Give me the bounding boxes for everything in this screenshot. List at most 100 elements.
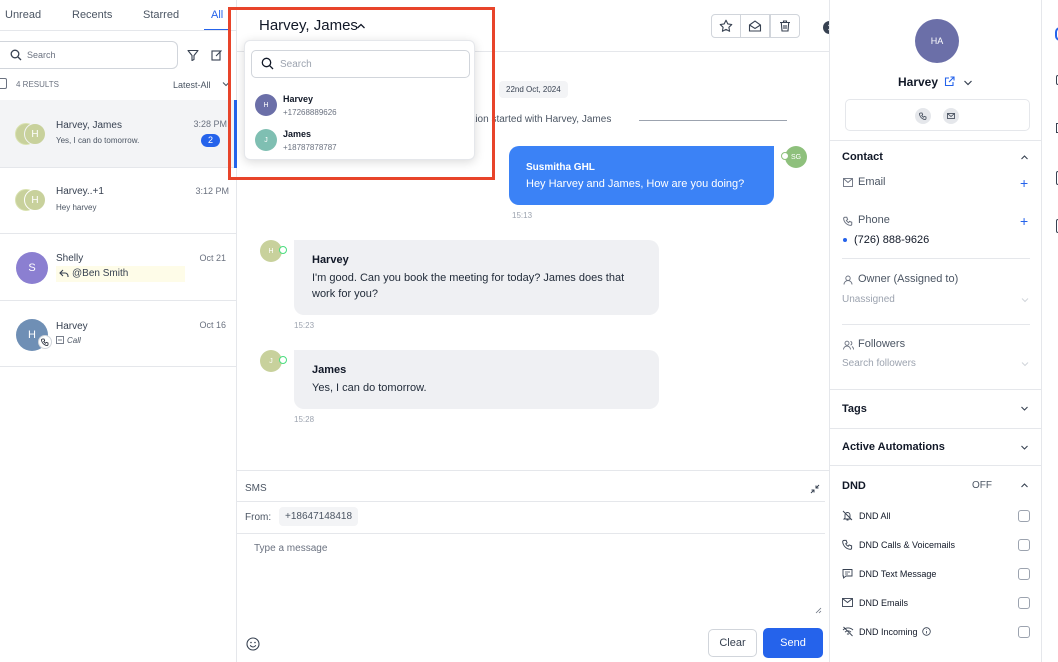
- unread-badge: 2: [201, 134, 220, 147]
- info-icon[interactable]: [922, 627, 931, 636]
- chevron-down-icon[interactable]: [963, 78, 973, 88]
- conversation-item[interactable]: H Harvey..+1 Hey harvey 3:12 PM: [0, 168, 237, 234]
- contact-name: Harvey: [898, 75, 939, 89]
- tags-section-title[interactable]: Tags: [842, 403, 867, 415]
- dnd-emails-label: DND Emails: [859, 598, 909, 608]
- phone-icon: [919, 112, 927, 120]
- avatar: S: [16, 252, 48, 284]
- divider: [237, 533, 825, 534]
- add-email-button[interactable]: +: [1020, 175, 1028, 191]
- dnd-calls-checkbox[interactable]: [1018, 539, 1030, 551]
- message-icon: [842, 568, 853, 579]
- add-phone-button[interactable]: +: [1020, 213, 1028, 229]
- mark-read-button[interactable]: [740, 14, 770, 38]
- wifi-off-icon: [842, 626, 854, 637]
- outgoing-message: Susmitha GHL Hey Harvey and James, How a…: [509, 146, 774, 205]
- message-time: 15:28: [294, 415, 315, 424]
- results-count: 4 RESULTS: [16, 80, 59, 89]
- sort-select[interactable]: Latest-All: [173, 80, 211, 90]
- conversation-preview: Call: [67, 336, 81, 345]
- star-button[interactable]: [711, 14, 741, 38]
- conversation-item[interactable]: H Harvey Call Oct 16: [0, 301, 237, 367]
- conversation-name: Harvey: [56, 321, 88, 332]
- dnd-text-checkbox[interactable]: [1018, 568, 1030, 580]
- from-label: From:: [245, 512, 272, 523]
- email-button[interactable]: [943, 108, 959, 124]
- sms-channel-icon: [279, 356, 287, 364]
- message-sender: Harvey: [312, 254, 349, 266]
- message-text-line1: I'm good. Can you book the meeting for t…: [312, 272, 625, 284]
- conversation-time: 3:28 PM: [193, 119, 227, 129]
- channel-label[interactable]: SMS: [245, 483, 267, 494]
- divider: [237, 501, 825, 502]
- incoming-message: James Yes, I can do tomorrow.: [294, 350, 659, 409]
- followers-select[interactable]: Search followers: [842, 358, 916, 369]
- phone-icon: [843, 216, 853, 226]
- conversation-item[interactable]: H Harvey, James Yes, I can do tomorrow. …: [0, 100, 237, 168]
- minimize-icon[interactable]: [810, 484, 820, 494]
- filter-icon[interactable]: [187, 49, 199, 61]
- search-input[interactable]: Search: [0, 41, 178, 69]
- divider: [830, 140, 1042, 141]
- conversation-preview: @Ben Smith: [72, 268, 129, 279]
- sms-channel-icon: [781, 152, 789, 160]
- send-button[interactable]: Send: [763, 628, 823, 658]
- tab-unread[interactable]: Unread: [5, 9, 41, 21]
- conversation-item[interactable]: S Shelly @Ben Smith Oct 21: [0, 234, 237, 301]
- chevron-up-icon[interactable]: [1020, 481, 1029, 490]
- clear-button[interactable]: Clear: [708, 629, 757, 657]
- tab-recents[interactable]: Recents: [72, 9, 112, 21]
- incoming-message: Harvey I'm good. Can you book the meetin…: [294, 240, 659, 315]
- conversation-preview: Hey harvey: [56, 203, 97, 212]
- divider: [830, 465, 1042, 466]
- dnd-text-label: DND Text Message: [859, 569, 937, 579]
- compose-icon[interactable]: [211, 49, 223, 61]
- followers-label: Followers: [858, 338, 906, 350]
- phone-icon: [38, 335, 52, 349]
- conversation-name: Harvey..+1: [56, 186, 104, 197]
- tab-starred[interactable]: Starred: [143, 9, 179, 21]
- chevron-down-icon[interactable]: [1020, 443, 1029, 452]
- message-textarea[interactable]: Type a message: [245, 539, 823, 617]
- sms-channel-icon: [279, 246, 287, 254]
- chevron-down-icon[interactable]: [1020, 404, 1029, 413]
- divider: [830, 389, 1042, 390]
- from-number-select[interactable]: +18647148418: [279, 507, 359, 526]
- phone-value[interactable]: (726) 888-9626: [854, 234, 929, 246]
- tab-all[interactable]: All: [211, 9, 223, 21]
- message-text: Hey Harvey and James, How are you doing?: [526, 178, 745, 190]
- dnd-all-checkbox[interactable]: [1018, 510, 1030, 522]
- phone-label: Phone: [858, 214, 890, 226]
- external-link-icon[interactable]: [944, 76, 955, 87]
- dnd-incoming-label: DND Incoming: [859, 627, 918, 637]
- divider: [830, 428, 1042, 429]
- avatar: H: [24, 189, 46, 211]
- message-time: 15:23: [294, 321, 315, 330]
- call-button[interactable]: [915, 108, 931, 124]
- emoji-icon[interactable]: [246, 637, 260, 651]
- dnd-section-title[interactable]: DND: [842, 480, 866, 492]
- conversation-time: Oct 21: [199, 253, 226, 263]
- owner-label: Owner (Assigned to): [858, 273, 959, 285]
- contact-avatar: HA: [915, 19, 959, 63]
- resize-handle-icon[interactable]: [815, 607, 822, 614]
- contact-section-title[interactable]: Contact: [842, 151, 883, 163]
- conversation-list-panel: Unread Recents Starred All Search 4 RESU…: [0, 0, 237, 662]
- contact-details-panel: HA Harvey Contact Email + Phone + (726) …: [829, 0, 1042, 662]
- automations-section-title[interactable]: Active Automations: [842, 441, 945, 453]
- message-text-line2: work for you?: [312, 288, 379, 300]
- tab-divider: [0, 30, 237, 31]
- trash-icon: [778, 19, 792, 33]
- owner-select[interactable]: Unassigned: [842, 294, 895, 305]
- dnd-emails-checkbox[interactable]: [1018, 597, 1030, 609]
- avatar: H: [24, 123, 46, 145]
- conversation-name: Shelly: [56, 253, 84, 264]
- message-sender: James: [312, 364, 347, 376]
- chevron-up-icon[interactable]: [1020, 153, 1029, 162]
- reply-icon: [59, 268, 69, 278]
- phone-icon: [842, 539, 853, 550]
- select-all-checkbox[interactable]: [0, 78, 7, 89]
- delete-button[interactable]: [770, 14, 800, 38]
- conversation-name: Harvey, James: [56, 120, 122, 131]
- dnd-incoming-checkbox[interactable]: [1018, 626, 1030, 638]
